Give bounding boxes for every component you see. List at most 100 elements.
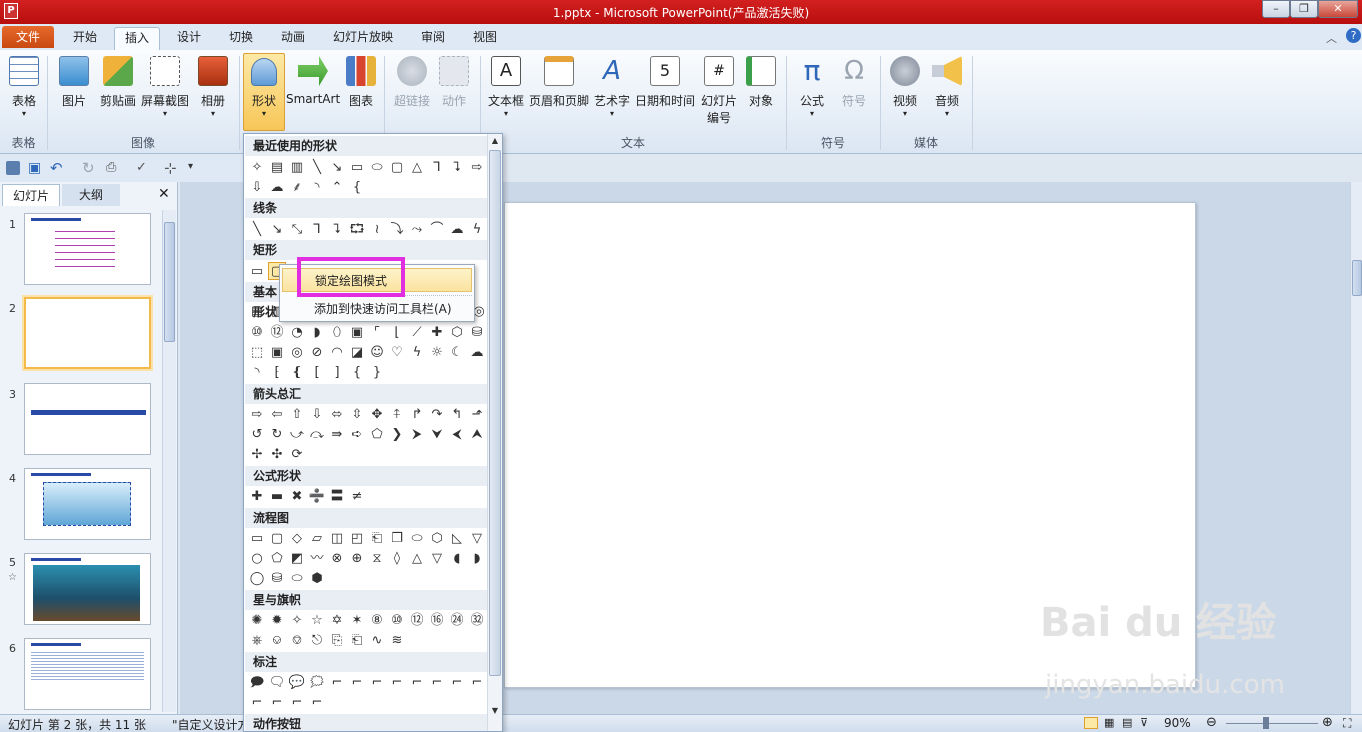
tab-transitions[interactable]: 切换 <box>218 27 264 50</box>
u-turn-arrow-icon[interactable]: ↷ <box>428 405 446 423</box>
quad-arrow-icon[interactable]: ✥ <box>368 405 386 423</box>
sort-icon[interactable]: ◊ <box>388 549 406 567</box>
slide-thumbnail-4[interactable] <box>24 468 151 540</box>
star6-icon[interactable]: ✡ <box>328 611 346 629</box>
cube-icon[interactable]: ⬚ <box>248 343 266 361</box>
gallery-scrollbar-thumb[interactable] <box>489 150 501 676</box>
diagonal-stripe-icon[interactable]: ⟋ <box>408 323 426 341</box>
star32-icon[interactable]: ㉜ <box>468 611 486 629</box>
card-icon[interactable]: ◩ <box>288 549 306 567</box>
plus-icon[interactable]: ✚ <box>248 487 266 505</box>
moon-icon[interactable]: ☾ <box>448 343 466 361</box>
slides-scrollbar[interactable] <box>162 210 176 712</box>
smartart-button[interactable]: SmartArt <box>286 56 340 106</box>
scrollbar-thumb[interactable] <box>164 222 175 342</box>
left-right-arrow-icon[interactable]: ⬄ <box>328 405 346 423</box>
predefined-process-icon[interactable]: ◫ <box>328 529 346 547</box>
tab-home[interactable]: 开始 <box>62 27 108 50</box>
shape-vtextbox-icon[interactable]: ▥ <box>288 158 306 176</box>
zoom-in-icon[interactable]: ⊕ <box>1322 715 1333 730</box>
reading-view-icon[interactable]: ▤ <box>1122 716 1132 729</box>
video-button[interactable]: 视频 ▾ <box>886 56 924 118</box>
shape-rectangle-icon[interactable]: ▭ <box>348 158 366 176</box>
left-brace-icon[interactable]: { <box>348 363 366 381</box>
star12-icon[interactable]: ⑫ <box>408 611 426 629</box>
equal-icon[interactable]: 〓 <box>328 487 346 505</box>
left-arrow-icon[interactable]: ⇦ <box>268 405 286 423</box>
curve-icon[interactable]: ⌒ <box>428 220 446 238</box>
slide-thumbnail-6[interactable] <box>24 638 151 710</box>
elbow-arrow-icon[interactable]: ⮧ <box>328 220 346 238</box>
star4-icon[interactable]: ✧ <box>288 611 306 629</box>
scribble-icon[interactable]: ϟ <box>468 220 486 238</box>
can-icon[interactable]: ⛁ <box>468 323 486 341</box>
scrollbar-thumb[interactable] <box>1352 260 1362 296</box>
star10-icon[interactable]: ⑩ <box>388 611 406 629</box>
pie-icon[interactable]: ◔ <box>288 323 306 341</box>
divide-icon[interactable]: ➗ <box>308 487 326 505</box>
punched-tape-icon[interactable]: 〰 <box>308 549 326 567</box>
print-icon[interactable]: ⎙ <box>106 160 116 175</box>
teardrop-icon[interactable]: ⬯ <box>328 323 346 341</box>
oval-callout-icon[interactable]: 💬 <box>288 673 306 691</box>
decision-icon[interactable]: ◇ <box>288 529 306 547</box>
elbow-connector-icon[interactable]: ⅂ <box>308 220 326 238</box>
gallery-scrollbar[interactable]: ▲ ▼ <box>487 134 502 731</box>
no-symbol-icon[interactable]: ⊘ <box>308 343 326 361</box>
rect-callout-icon[interactable]: 🗩 <box>248 673 266 691</box>
redo-icon[interactable]: ↻ <box>82 159 95 177</box>
merge-icon[interactable]: ▽ <box>428 549 446 567</box>
zoom-slider-handle[interactable] <box>1263 717 1269 729</box>
double-wave-icon[interactable]: ≋ <box>388 631 406 649</box>
line-callout8-icon[interactable]: ⌐ <box>468 673 486 691</box>
tab-review[interactable]: 审阅 <box>410 27 456 50</box>
multiply-icon[interactable]: ✖ <box>288 487 306 505</box>
delay-icon[interactable]: ◗ <box>468 549 486 567</box>
slide-thumbnail-2[interactable] <box>24 297 151 369</box>
equation-button[interactable]: π 公式 ▾ <box>794 56 830 119</box>
curved-left-arrow-icon[interactable]: ↻ <box>268 425 286 443</box>
vertical-scroll-icon[interactable]: ⎘ <box>328 631 346 649</box>
line-callout7-icon[interactable]: ⌐ <box>448 673 466 691</box>
shape-freeform-icon[interactable]: ⌃ <box>328 178 346 196</box>
half-frame-icon[interactable]: ⌜ <box>368 323 386 341</box>
block-arc-icon[interactable]: ◠ <box>328 343 346 361</box>
rounded-callout-icon[interactable]: 🗨 <box>268 673 286 691</box>
slide-thumbnail-3[interactable] <box>24 383 151 455</box>
shape-brace-icon[interactable]: { <box>348 178 366 196</box>
right-arrow-icon[interactable]: ⇨ <box>248 405 266 423</box>
pentagon-icon[interactable]: ⬠ <box>368 425 386 443</box>
add-to-qat-item[interactable]: 添加到快速访问工具栏(A) <box>282 297 472 321</box>
curved-ribbon-down-icon[interactable]: ⎋ <box>308 631 326 649</box>
shape-rounded-rect-icon[interactable]: ▢ <box>388 158 406 176</box>
datetime-button[interactable]: 5 日期和时间 <box>634 56 696 109</box>
bent-up-arrow-icon[interactable]: ⬏ <box>468 405 486 423</box>
line-callout5-icon[interactable]: ⌐ <box>408 673 426 691</box>
explosion1-icon[interactable]: ✺ <box>248 611 266 629</box>
textbox-button[interactable]: A 文本框 ▾ <box>486 56 526 118</box>
shape-cloud-icon[interactable]: ☁ <box>268 178 286 196</box>
line-callout6-icon[interactable]: ⌐ <box>428 673 446 691</box>
chart-button[interactable]: 图表 <box>344 56 378 109</box>
quad-callout-icon[interactable]: ✣ <box>268 445 286 463</box>
zoom-slider[interactable] <box>1226 723 1318 724</box>
slideshow-view-icon[interactable]: ⊽ <box>1140 716 1148 729</box>
manual-operation-icon[interactable]: ▽ <box>468 529 486 547</box>
rectangle-icon[interactable]: ▭ <box>248 262 266 280</box>
notched-right-arrow-icon[interactable]: ➪ <box>348 425 366 443</box>
up-callout-arrow-icon[interactable]: ⮝ <box>468 425 486 443</box>
shape-oval-icon[interactable]: ⬭ <box>368 158 386 176</box>
striped-right-arrow-icon[interactable]: ⇛ <box>328 425 346 443</box>
curved-right-arrow-icon[interactable]: ↺ <box>248 425 266 443</box>
tab-file[interactable]: 文件 <box>2 26 54 48</box>
shape-curve-icon[interactable]: ⸙ <box>288 178 306 196</box>
shape-textbox-icon[interactable]: ▤ <box>268 158 286 176</box>
line-callout3-icon[interactable]: ⌐ <box>368 673 386 691</box>
line-callout2-icon[interactable]: ⌐ <box>348 673 366 691</box>
left-bracket-icon[interactable]: [ <box>308 363 326 381</box>
double-arrow-icon[interactable]: ⤡ <box>288 220 306 238</box>
star16-icon[interactable]: ⑯ <box>428 611 446 629</box>
zoom-out-icon[interactable]: ⊖ <box>1206 715 1217 730</box>
line-callout4-icon[interactable]: ⌐ <box>388 673 406 691</box>
shapes-button[interactable]: 形状 ▾ <box>243 53 285 131</box>
